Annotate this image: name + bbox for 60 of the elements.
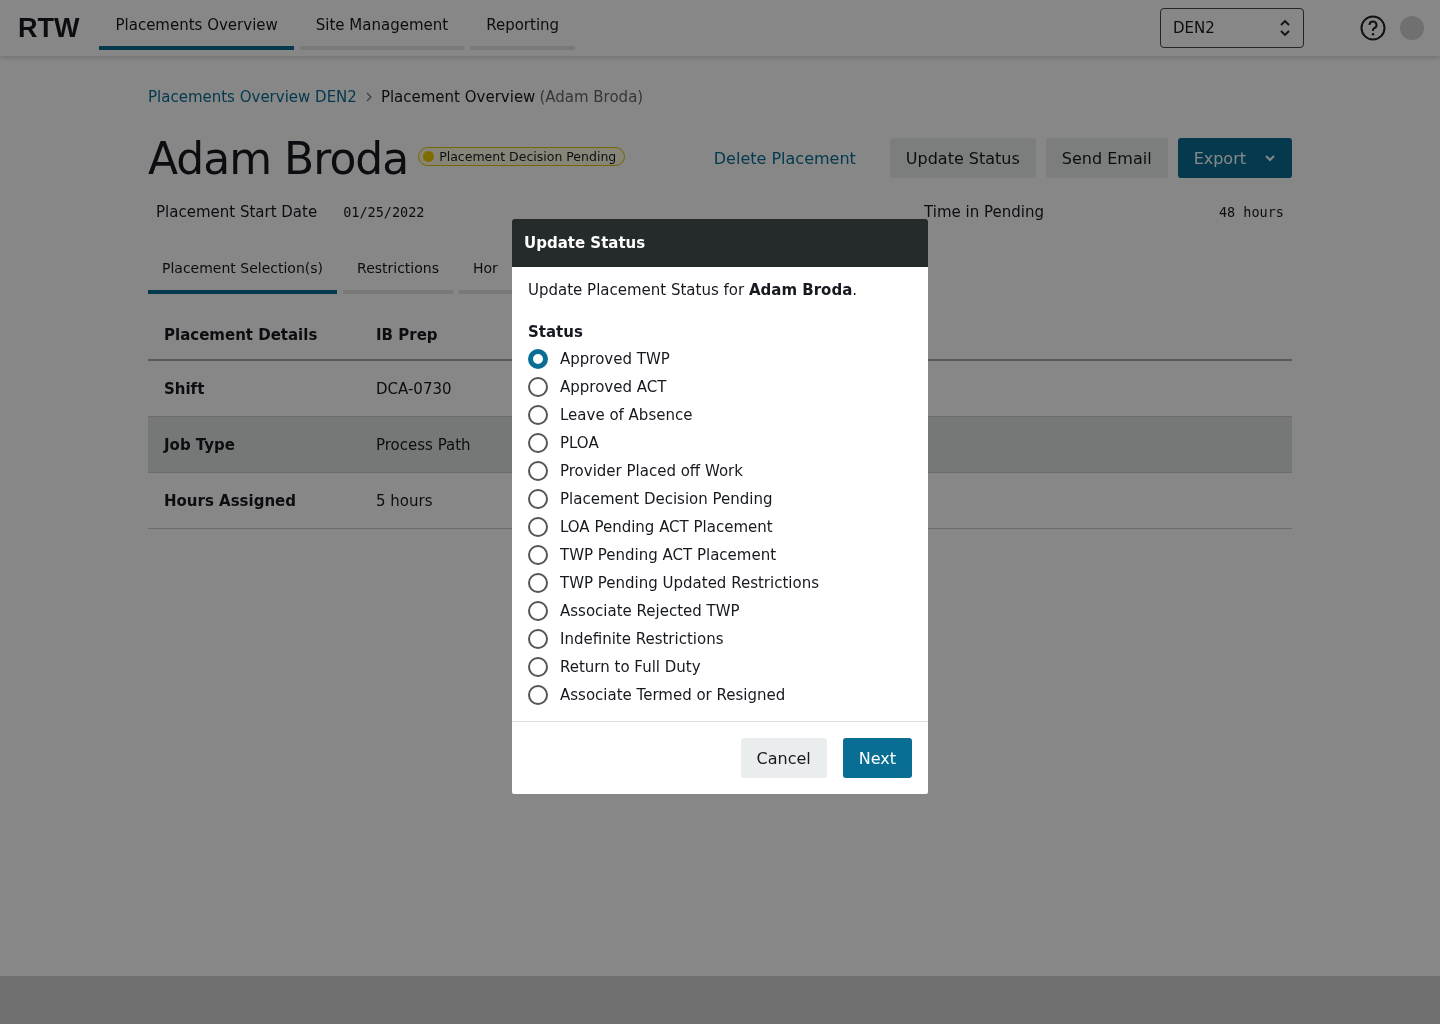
table-cell: Shift [164,379,205,398]
radio-label[interactable]: Associate Rejected TWP [560,602,740,620]
content-tab[interactable]: Placement Selection(s) [148,260,338,294]
info-label: Placement Start Date [156,203,318,221]
radio-button[interactable] [528,545,548,565]
radio-button[interactable] [528,685,548,705]
radio-label[interactable]: TWP Pending ACT Placement [560,546,777,564]
radio-label[interactable]: Placement Decision Pending [560,490,773,508]
nav-tab[interactable]: Reporting [470,0,576,50]
radio-label[interactable]: Approved ACT [560,378,667,396]
radio-label[interactable]: Leave of Absence [560,406,693,424]
radio-button[interactable] [528,517,548,537]
nav-tab[interactable]: Placements Overview [99,0,294,50]
sort-arrows-icon [1279,18,1291,38]
table-cell: 5 hours [376,491,433,510]
content-tab[interactable]: Restrictions [343,260,453,294]
table-cell: DCA-0730 [376,379,452,398]
info-label: Time in Pending [924,203,1044,221]
radio-button[interactable] [528,377,548,397]
app-logo: RTW [18,12,80,44]
radio-label[interactable]: LOA Pending ACT Placement [560,518,773,536]
radio-button[interactable] [528,601,548,621]
info-value: 48 hours [1218,204,1284,220]
help-icon[interactable] [1360,15,1386,41]
radio-button[interactable] [528,657,548,677]
action-button[interactable]: Send Email [1045,138,1168,178]
cancel-button[interactable]: Cancel [740,738,827,778]
radio-button[interactable] [528,349,548,369]
radio-button[interactable] [528,405,548,425]
column-header: IB Prep [376,325,438,344]
radio-label[interactable]: Indefinite Restrictions [560,630,724,648]
status-badge: Placement Decision Pending [418,146,626,166]
modal-title: Update Status [524,234,646,252]
caret-icon [1264,154,1276,162]
radio-label[interactable]: TWP Pending Updated Restrictions [560,574,819,592]
radio-button[interactable] [528,433,548,453]
site-select[interactable]: DEN2 [1160,8,1304,48]
table-cell: Hours Assigned [164,491,297,510]
breadcrumb-current: Placement Overview [380,88,536,106]
chevron-right-icon [364,92,373,102]
radio-button[interactable] [528,489,548,509]
breadcrumb-note: (Adam Broda) [539,88,644,106]
radio-label[interactable]: PLOA [560,434,599,452]
person-name: Adam Broda [148,132,409,184]
table-cell: Process Path [376,435,471,454]
column-header: Placement Details [164,325,318,344]
field-label: Status [528,323,584,341]
action-button[interactable]: Update Status [889,138,1036,178]
radio-label[interactable]: Associate Termed or Resigned [560,686,786,704]
modal-message: Update Placement Status for Adam Broda. [528,281,859,299]
radio-label[interactable]: Provider Placed off Work [560,462,743,480]
radio-label[interactable]: Return to Full Duty [560,658,701,676]
radio-button[interactable] [528,629,548,649]
radio-button[interactable] [528,573,548,593]
table-cell: Job Type [164,435,235,454]
next-button[interactable]: Next [842,738,912,778]
info-value: 01/25/2022 [343,204,425,220]
radio-label[interactable]: Approved TWP [560,350,670,368]
radio-button[interactable] [528,461,548,481]
nav-tab[interactable]: Site Management [299,0,465,50]
